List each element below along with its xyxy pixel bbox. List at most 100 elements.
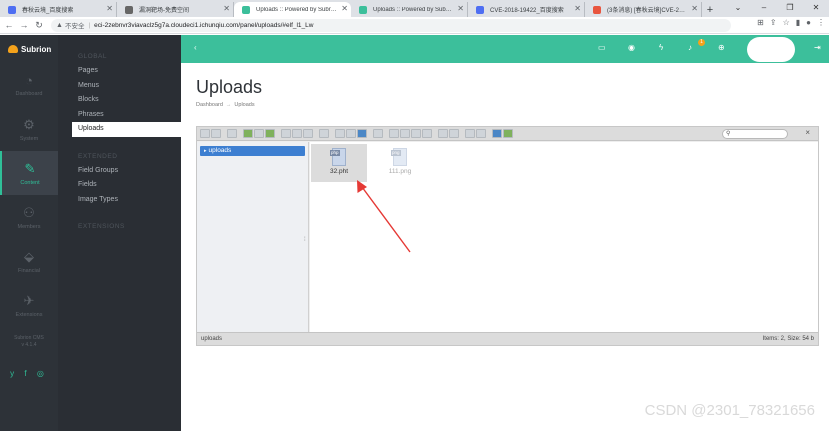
paste-button[interactable] — [357, 129, 367, 138]
breadcrumb-arrow: → — [225, 102, 232, 108]
browser-tab[interactable]: 漏洞靶场-免费空间 ✕ — [117, 2, 234, 17]
reload-icon[interactable]: ↻ — [33, 20, 45, 31]
favicon-icon — [359, 6, 367, 14]
subnav-heading: EXTENSIONS — [78, 223, 125, 230]
close-icon[interactable]: ✕ — [106, 4, 113, 13]
share-icon[interactable]: ⇪ — [770, 18, 777, 27]
browser-toolbar: ← → ↻ ▲ 不安全 | eci-2zebnvr3viavaclz5g7a.c… — [0, 17, 829, 34]
cms-version: Subrion CMS v 4.1.4 — [14, 335, 44, 348]
eye-icon[interactable]: ◉ — [628, 43, 635, 52]
new-tab-button[interactable]: + — [702, 2, 718, 17]
breadcrumb-home[interactable]: Dashboard — [196, 102, 223, 108]
sidebar-item-financial[interactable]: ⬙ Financial — [0, 239, 58, 283]
translate-icon[interactable]: ⊞ — [757, 18, 764, 27]
logo[interactable]: Subrion — [0, 35, 58, 63]
subnav-item-menus[interactable]: Menus — [58, 79, 181, 94]
favicon-icon — [8, 6, 16, 14]
sidebar-item-system[interactable]: ⚙ System — [0, 107, 58, 151]
home-button[interactable] — [254, 129, 264, 138]
delete-button[interactable] — [373, 129, 383, 138]
top-bar: ‹ ▭ ◉ ϟ ♪ 1 ⊕ ⇥ — [181, 35, 829, 63]
close-icon[interactable]: ✕ — [574, 4, 581, 13]
search-input[interactable]: ⚲ — [722, 129, 788, 139]
cut-button[interactable] — [346, 129, 356, 138]
chevron-left-icon[interactable]: ‹ — [194, 43, 197, 52]
status-path: uploads — [201, 336, 223, 342]
edit-button[interactable] — [411, 129, 421, 138]
social-links[interactable]: y f ◎ — [0, 369, 58, 378]
forward-arrow-icon[interactable]: → — [18, 20, 30, 30]
sidebar-panel-icon[interactable]: ▮ — [796, 18, 800, 27]
file-name: 32.pht — [329, 168, 349, 175]
close-icon[interactable]: ✕ — [457, 4, 464, 13]
quicklook-button[interactable] — [319, 129, 329, 138]
file-item[interactable]: php 32.pht — [311, 144, 367, 182]
get-info-button[interactable] — [303, 129, 313, 138]
browser-tab-active[interactable]: Uploads :: Powered by Subrion ✕ — [234, 2, 351, 17]
logout-icon[interactable]: ⇥ — [814, 43, 821, 52]
warning-icon: ▲ — [56, 21, 63, 29]
resize-handle[interactable]: ⁞ — [304, 237, 306, 243]
tree-item-uploads[interactable]: ▸ uploads — [200, 146, 305, 156]
breadcrumb-current: Uploads — [234, 102, 255, 108]
close-icon[interactable]: ✕ — [223, 4, 230, 13]
close-icon[interactable]: ✕ — [341, 4, 348, 13]
plug-icon: ✈ — [23, 292, 35, 308]
bolt-icon[interactable]: ϟ — [659, 43, 663, 52]
subnav-item-pages[interactable]: Pages — [58, 64, 181, 79]
restore-icon[interactable]: ❐ — [777, 0, 803, 17]
up-button[interactable] — [227, 129, 237, 138]
subnav-item-image-types[interactable]: Image Types — [58, 193, 181, 208]
close-window-icon[interactable]: ✕ — [803, 0, 829, 17]
browser-tab[interactable]: (3条消息) [春秋云境]CVE-2018-...✕ — [585, 2, 702, 17]
url-text: eci-2zebnvr3viavaclz5g7a.cloudeci1.ichun… — [94, 21, 314, 29]
subnav-item-fields[interactable]: Fields — [58, 178, 181, 193]
profile-icon[interactable]: ● — [806, 18, 811, 27]
search-icon: ⚲ — [726, 131, 731, 137]
caret-right-icon: ▸ — [204, 148, 207, 154]
kebab-menu-icon[interactable]: ⋮ — [817, 18, 825, 27]
file-item[interactable]: png 111.png — [372, 144, 428, 182]
subnav-item-blocks[interactable]: Blocks — [58, 93, 181, 108]
forward-button[interactable] — [211, 129, 221, 138]
view-icons-button[interactable] — [465, 129, 475, 138]
gear-icon: ⚙ — [23, 116, 35, 132]
fullscreen-button[interactable] — [503, 129, 513, 138]
extract-button[interactable] — [438, 129, 448, 138]
sidebar-item-dashboard[interactable]: ◔ Dashboard — [0, 63, 58, 107]
bell-icon[interactable]: ♪ — [688, 43, 692, 52]
view-list-button[interactable] — [476, 129, 486, 138]
copy-button[interactable] — [335, 129, 345, 138]
reload-button[interactable] — [243, 129, 253, 138]
globe-icon[interactable]: ⊕ — [718, 43, 725, 52]
file-name: 111.png — [388, 168, 412, 175]
minimize-icon[interactable]: – — [751, 0, 777, 17]
subnav-item-phrases[interactable]: Phrases — [58, 108, 181, 123]
close-icon[interactable]: ✕ — [691, 4, 698, 13]
download-button[interactable] — [292, 129, 302, 138]
sidebar-item-members[interactable]: ⚇ Members — [0, 195, 58, 239]
star-icon[interactable]: ☆ — [783, 18, 790, 27]
browser-tab[interactable]: Uploads :: Powered by Subrion ✕ — [351, 2, 468, 17]
upload-button[interactable] — [265, 129, 275, 138]
sidebar-item-content[interactable]: ✎ Content — [0, 151, 58, 195]
avatar[interactable] — [747, 37, 795, 62]
close-icon[interactable]: × — [805, 128, 810, 137]
browser-tab[interactable]: CVE-2018-19422_百度搜索 ✕ — [468, 2, 585, 17]
subnav-item-field-groups[interactable]: Field Groups — [58, 164, 181, 179]
chevron-down-icon[interactable]: ⌄ — [725, 0, 751, 17]
resize-button[interactable] — [422, 129, 432, 138]
status-info: Items: 2, Size: 54 b — [762, 336, 814, 342]
back-arrow-icon[interactable]: ← — [3, 20, 15, 30]
back-button[interactable] — [200, 129, 210, 138]
open-button[interactable] — [281, 129, 291, 138]
archive-button[interactable] — [449, 129, 459, 138]
help-button[interactable] — [492, 129, 502, 138]
rename-button[interactable] — [400, 129, 410, 138]
address-bar[interactable]: ▲ 不安全 | eci-2zebnvr3viavaclz5g7a.cloudec… — [51, 18, 731, 32]
browser-tab[interactable]: 春秋云境_百度搜索 ✕ — [0, 2, 117, 17]
subnav-item-uploads[interactable]: Uploads — [72, 122, 181, 137]
duplicate-button[interactable] — [389, 129, 399, 138]
sidebar-item-extensions[interactable]: ✈ Extensions — [0, 283, 58, 327]
monitor-icon[interactable]: ▭ — [598, 43, 606, 52]
